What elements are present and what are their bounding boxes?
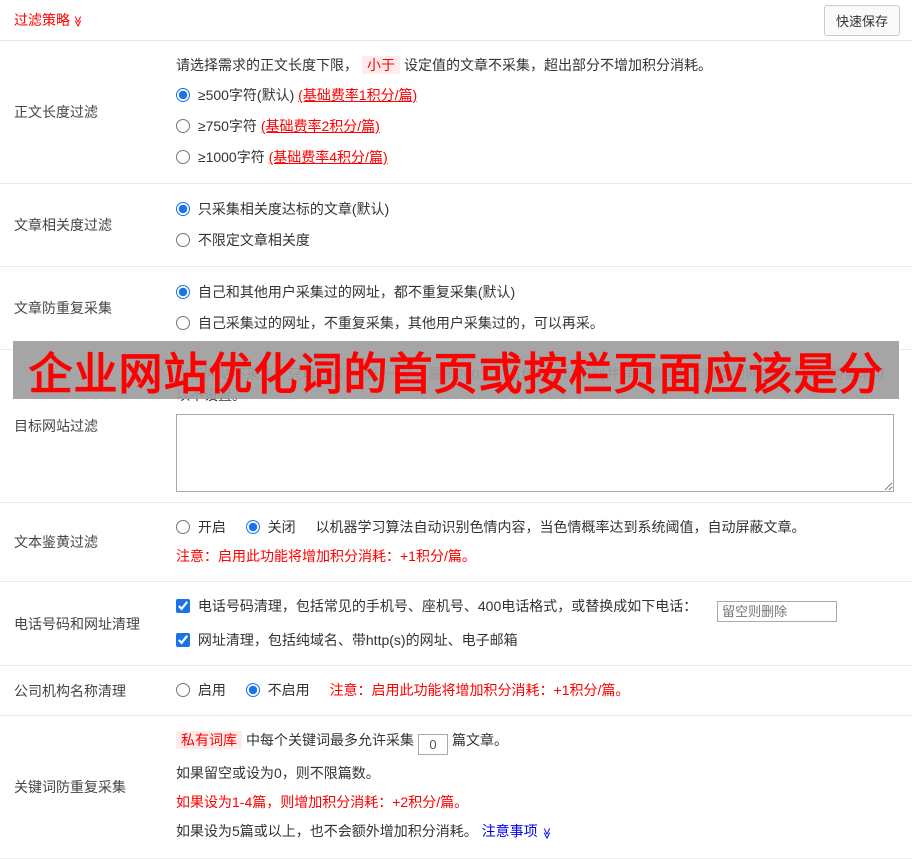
radio-dedup-self-only-input[interactable] [176, 316, 190, 330]
body-length-intro: 请选择需求的正文长度下限， 小于 设定值的文章不采集，超出部分不增加积分消耗。 [176, 56, 712, 74]
checkbox-url-cleanup-input[interactable] [176, 633, 190, 647]
radio-org-on-input[interactable] [176, 683, 190, 697]
radio-length-1000-input[interactable] [176, 150, 190, 164]
url-cleanup-line: 网址清理，包括纯域名、带http(s)的网址、电子邮箱 [176, 630, 898, 651]
radio-dedup-all-users[interactable]: 自己和其他用户采集过的网址，都不重复采集(默认) [176, 282, 898, 303]
checkbox-phone-cleanup-input[interactable] [176, 599, 190, 613]
row-label-body-length: 正文长度过滤 [14, 104, 98, 120]
page-title: 过滤策略 [14, 12, 70, 28]
row-label-keyword-dedup: 关键词防重复采集 [14, 779, 126, 795]
row-relevance-filter: 文章相关度过滤 只采集相关度达标的文章(默认) 不限定文章相关度 [0, 184, 912, 267]
org-cleanup-options: 启用 不启用 注意：启用此功能将增加积分消耗：+1积分/篇。 [176, 680, 898, 701]
row-label-phone-url: 电话号码和网址清理 [14, 615, 140, 632]
filter-strategy-toggle-link[interactable]: 过滤策略≫ [14, 10, 84, 30]
watermark-banner: 企业网站优化词的首页或按栏页面应该是分 [13, 341, 899, 399]
row-phone-url-cleanup: 电话号码和网址清理 电话号码清理，包括常见的手机号、座机号、400电话格式，或替… [0, 582, 912, 666]
less-than-tag: 小于 [362, 56, 400, 74]
radio-length-1000[interactable]: ≥1000字符 (基础费率4积分/篇) [176, 147, 898, 168]
length-750-fee-note: (基础费率2积分/篇) [260, 118, 380, 134]
radio-porn-on[interactable]: 开启 [176, 519, 230, 535]
radio-length-500[interactable]: ≥500字符(默认) (基础费率1积分/篇) [176, 85, 898, 106]
porn-filter-desc: 以机器学习算法自动识别色情内容，当色情概率达到系统阈值，自动屏蔽文章。 [315, 519, 806, 535]
radio-length-750[interactable]: ≥750字符 (基础费率2积分/篇) [176, 116, 898, 137]
length-500-fee-note: (基础费率1积分/篇) [298, 87, 418, 103]
radio-relevance-strict-input[interactable] [176, 202, 190, 216]
notice-chevron-down-icon: ≫ [539, 827, 552, 840]
radio-dedup-all-users-input[interactable] [176, 285, 190, 299]
radio-length-750-input[interactable] [176, 119, 190, 133]
row-keyword-dedup: 关键词防重复采集 私有词库中每个关键词最多允许采集篇文章。 如果留空或设为0，则… [0, 716, 912, 859]
phone-cleanup-line: 电话号码清理，包括常见的手机号、座机号、400电话格式，或替换成如下电话： [176, 596, 898, 622]
keyword-limit-count-input[interactable] [418, 734, 448, 755]
watermark-text: 企业网站优化词的首页或按栏页面应该是分 [28, 350, 884, 399]
radio-porn-off-input[interactable] [245, 520, 260, 534]
radio-length-500-input[interactable] [176, 88, 190, 102]
checkbox-url-cleanup[interactable]: 网址清理，包括纯域名、带http(s)的网址、电子邮箱 [176, 632, 518, 648]
radio-relevance-any-input[interactable] [176, 233, 190, 247]
private-lexicon-tag: 私有词库 [176, 731, 242, 749]
keyword-note-fee: 如果设为1-4篇，则增加积分消耗：+2积分/篇。 [176, 794, 469, 810]
row-body-length-filter: 正文长度过滤 请选择需求的正文长度下限， 小于 设定值的文章不采集，超出部分不增加积… [0, 41, 912, 184]
row-porn-filter: 文本鉴黄过滤 开启 关闭 以机器学习算法自动识别色情内容，当色情概率达到系统阈值… [0, 503, 912, 582]
row-dedup-filter: 文章防重复采集 自己和其他用户采集过的网址，都不重复采集(默认) 自己采集过的网… [0, 267, 912, 350]
chevron-down-icon: ≫ [71, 15, 84, 28]
row-label-org-name: 公司机构名称清理 [14, 682, 126, 699]
radio-porn-off[interactable]: 关闭 [245, 519, 300, 535]
checkbox-phone-cleanup[interactable]: 电话号码清理，包括常见的手机号、座机号、400电话格式，或替换成如下电话： [176, 598, 701, 614]
radio-org-on[interactable]: 启用 [176, 682, 230, 698]
page-header: 过滤策略≫ 快速保存 [0, 0, 912, 41]
radio-org-off-input[interactable] [245, 683, 260, 697]
org-cleanup-note: 注意：启用此功能将增加积分消耗：+1积分/篇。 [329, 682, 630, 698]
radio-relevance-strict[interactable]: 只采集相关度达标的文章(默认) [176, 199, 898, 220]
porn-filter-options: 开启 关闭 以机器学习算法自动识别色情内容，当色情概率达到系统阈值，自动屏蔽文章… [176, 517, 898, 538]
blocked-sites-textarea[interactable] [176, 414, 894, 492]
keyword-limit-line: 私有词库中每个关键词最多允许采集篇文章。 [176, 730, 898, 755]
filter-settings-page: 过滤策略≫ 快速保存 正文长度过滤 请选择需求的正文长度下限， 小于 设定值的文章不… [0, 0, 912, 859]
row-label-dedup: 文章防重复采集 [14, 300, 112, 316]
length-1000-fee-note: (基础费率4积分/篇) [268, 149, 388, 165]
replacement-phone-input[interactable] [717, 601, 838, 622]
radio-porn-on-input[interactable] [176, 520, 190, 534]
row-org-name-cleanup: 公司机构名称清理 启用 不启用 注意：启用此功能将增加积分消耗：+1积分/篇。 [0, 666, 912, 716]
notice-link[interactable]: 注意事项 ≫ [482, 823, 552, 839]
row-label-porn: 文本鉴黄过滤 [14, 534, 98, 550]
keyword-note-zero: 如果留空或设为0，则不限篇数。 [176, 765, 380, 781]
quick-save-button[interactable]: 快速保存 [823, 4, 900, 36]
radio-org-off[interactable]: 不启用 [245, 682, 314, 698]
radio-relevance-any[interactable]: 不限定文章相关度 [176, 230, 898, 251]
keyword-note-five: 如果设为5篇或以上，也不会额外增加积分消耗。 注意事项 ≫ [176, 821, 898, 844]
radio-dedup-self-only[interactable]: 自己采集过的网址，不重复采集，其他用户采集过的，可以再采。 [176, 313, 898, 334]
porn-filter-note: 注意：启用此功能将增加积分消耗：+1积分/篇。 [176, 548, 476, 564]
row-label-relevance: 文章相关度过滤 [14, 217, 112, 233]
